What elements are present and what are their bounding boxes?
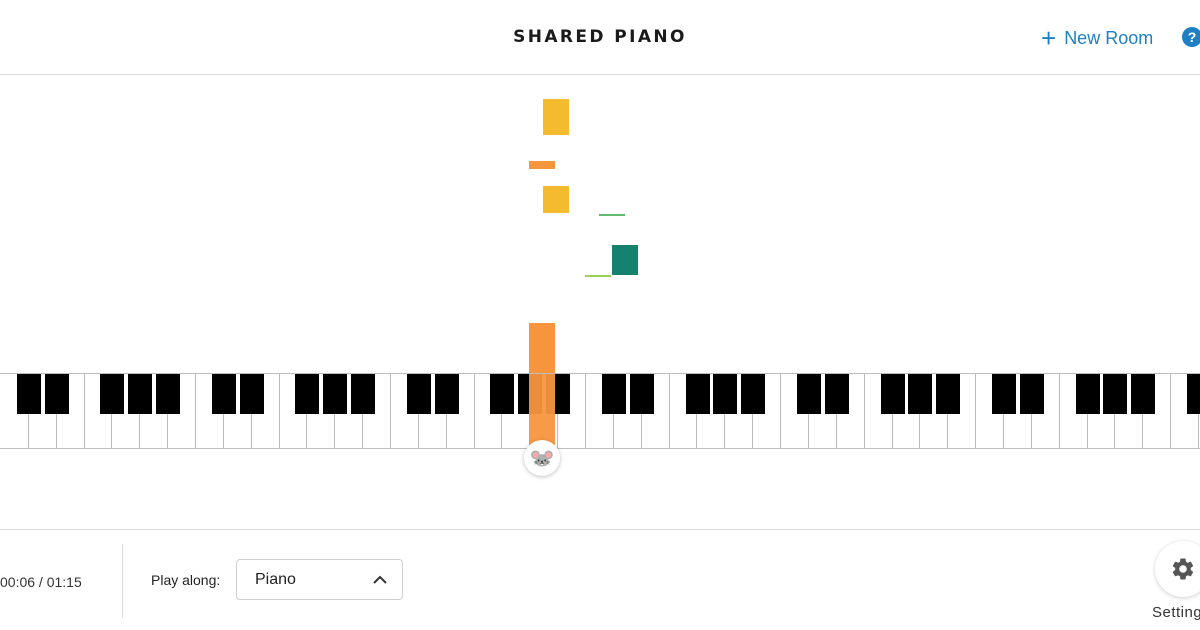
black-key[interactable] <box>211 374 236 414</box>
black-key[interactable] <box>434 374 459 414</box>
new-room-button[interactable]: + New Room <box>1041 25 1153 51</box>
black-key[interactable] <box>629 374 654 414</box>
footer: 00:06 / 01:15 Play along: Piano Settings <box>0 529 1200 630</box>
new-room-label: New Room <box>1064 27 1154 48</box>
black-key[interactable] <box>490 374 515 414</box>
black-key[interactable] <box>44 374 69 414</box>
black-key[interactable] <box>128 374 153 414</box>
black-key[interactable] <box>908 374 933 414</box>
black-key[interactable] <box>323 374 348 414</box>
gear-icon <box>1172 558 1194 580</box>
black-key[interactable] <box>1075 374 1100 414</box>
black-key[interactable] <box>156 374 181 414</box>
help-icon[interactable]: ? <box>1182 27 1200 47</box>
black-key[interactable] <box>685 374 710 414</box>
black-key[interactable] <box>351 374 376 414</box>
black-key[interactable] <box>1103 374 1128 414</box>
active-key-highlight <box>529 374 555 448</box>
black-key[interactable] <box>1186 374 1200 414</box>
black-key[interactable] <box>100 374 125 414</box>
black-key[interactable] <box>239 374 264 414</box>
black-key[interactable] <box>1019 374 1044 414</box>
piano-keyboard[interactable] <box>0 373 1200 449</box>
black-key[interactable] <box>406 374 431 414</box>
user-avatar: 🐭 <box>524 440 560 476</box>
black-key[interactable] <box>713 374 738 414</box>
note-roll <box>0 76 1200 450</box>
note-block <box>612 245 638 275</box>
chevron-up-icon <box>373 575 387 584</box>
app-title: SHARED PIANO <box>513 27 687 47</box>
black-key[interactable] <box>601 374 626 414</box>
note-block <box>543 99 569 135</box>
black-key[interactable] <box>796 374 821 414</box>
note-block <box>599 214 625 216</box>
note-block <box>585 275 611 277</box>
instrument-select[interactable]: Piano <box>236 559 403 600</box>
settings-button[interactable] <box>1155 541 1200 597</box>
black-key[interactable] <box>741 374 766 414</box>
settings-label: Settings <box>1152 604 1200 621</box>
black-key[interactable] <box>1131 374 1156 414</box>
black-key[interactable] <box>295 374 320 414</box>
mouse-icon: 🐭 <box>529 447 555 470</box>
black-key[interactable] <box>880 374 905 414</box>
play-along-label: Play along: <box>151 572 221 588</box>
black-key[interactable] <box>936 374 961 414</box>
playback-time: 00:06 / 01:15 <box>0 574 82 590</box>
plus-icon: + <box>1041 23 1057 53</box>
black-key[interactable] <box>991 374 1016 414</box>
divider <box>122 544 123 618</box>
note-block <box>543 186 569 213</box>
black-key[interactable] <box>16 374 41 414</box>
black-key[interactable] <box>824 374 849 414</box>
header: SHARED PIANO + New Room ? <box>0 0 1200 75</box>
note-block <box>529 161 555 169</box>
instrument-value: Piano <box>255 571 296 588</box>
